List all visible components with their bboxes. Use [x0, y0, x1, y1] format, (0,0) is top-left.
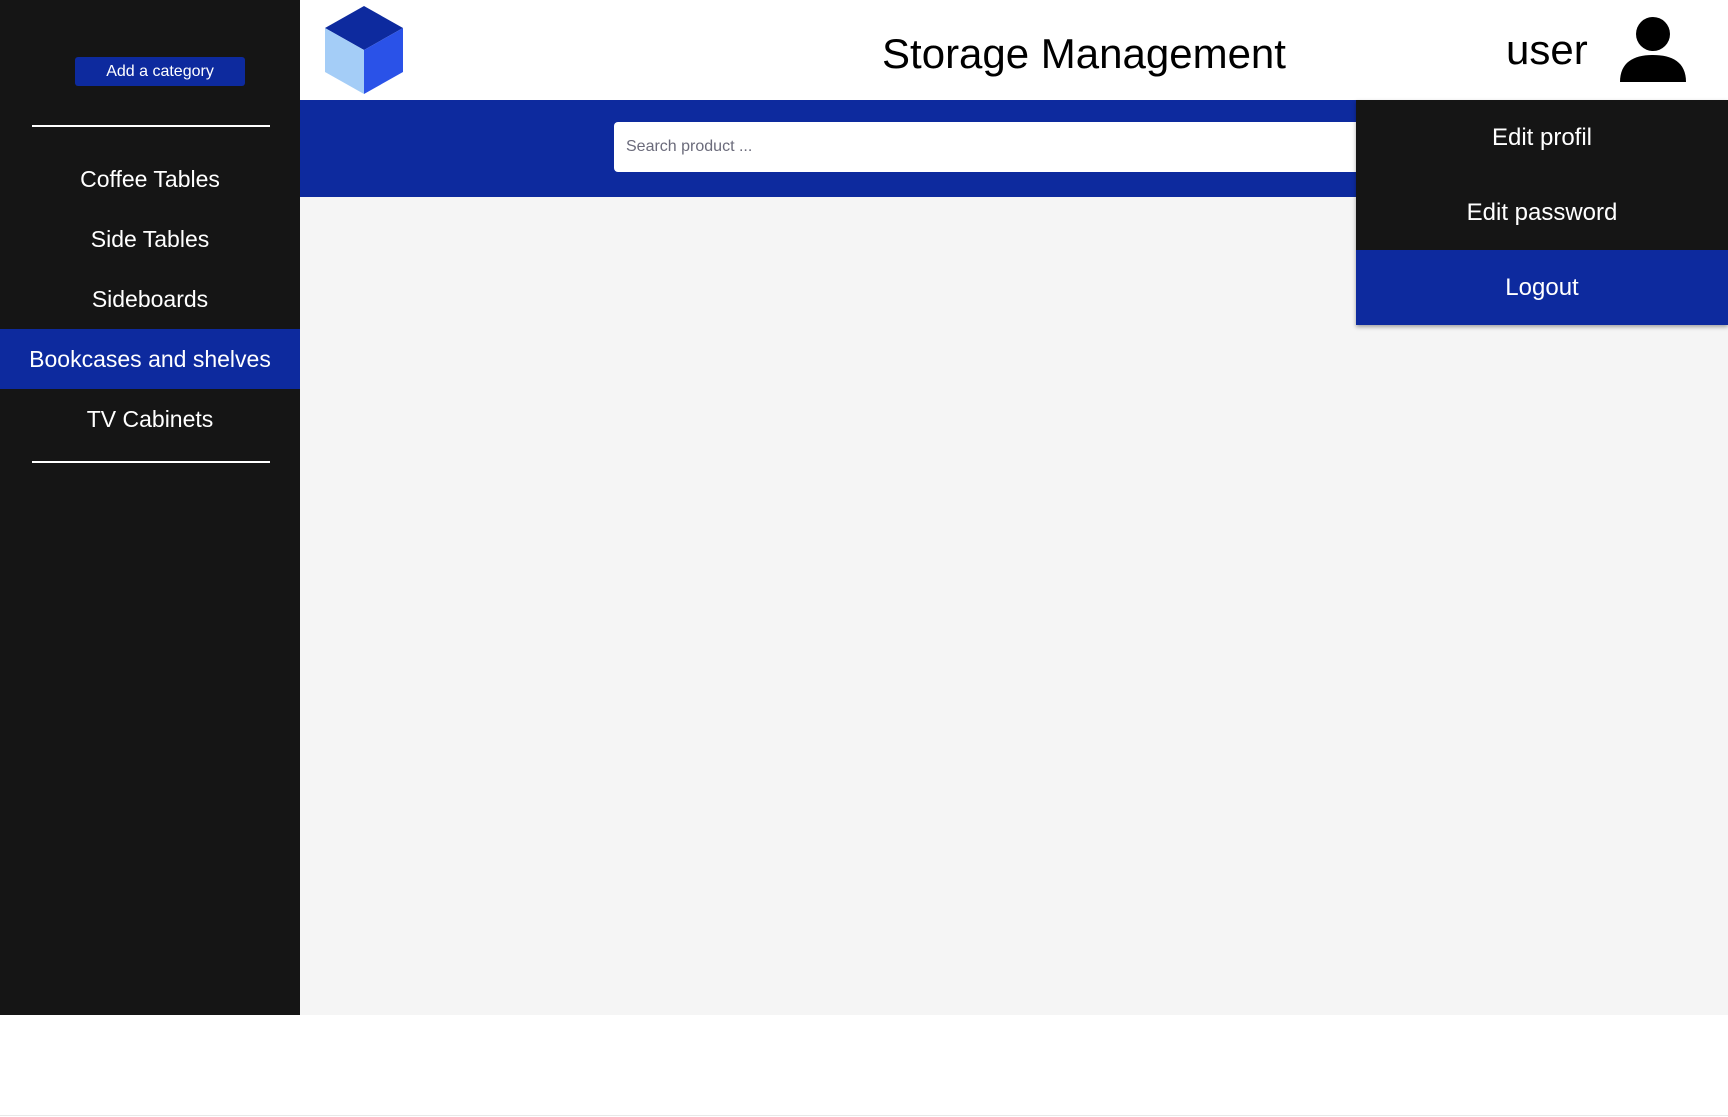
cube-icon[interactable]: [325, 6, 403, 94]
category-item-tv-cabinets[interactable]: TV Cabinets: [0, 389, 300, 449]
sidebar-divider-top: [32, 125, 270, 127]
user-menu-dropdown: Edit profil Edit password Logout: [1356, 100, 1728, 325]
category-list: Coffee Tables Side Tables Sideboards Boo…: [0, 149, 300, 449]
page-title: Storage Management: [882, 30, 1286, 77]
menu-item-edit-password[interactable]: Edit password: [1356, 175, 1728, 250]
sidebar-divider-bottom: [32, 461, 270, 463]
category-item-coffee-tables[interactable]: Coffee Tables: [0, 149, 300, 209]
user-avatar-icon[interactable]: [1618, 16, 1688, 84]
menu-item-logout[interactable]: Logout: [1356, 250, 1728, 325]
add-category-button[interactable]: Add a category: [75, 57, 245, 86]
category-item-bookcases-and-shelves[interactable]: Bookcases and shelves: [0, 329, 300, 389]
footer-divider: [0, 1115, 1728, 1116]
category-item-side-tables[interactable]: Side Tables: [0, 209, 300, 269]
category-item-sideboards[interactable]: Sideboards: [0, 269, 300, 329]
search-input[interactable]: [614, 122, 1374, 172]
app-header: Storage Management user: [300, 0, 1728, 100]
menu-item-edit-profile[interactable]: Edit profil: [1356, 100, 1728, 175]
sidebar: Add a category Coffee Tables Side Tables…: [0, 0, 300, 1015]
app-page: Add a category Coffee Tables Side Tables…: [0, 0, 1728, 1117]
user-name[interactable]: user: [1506, 20, 1588, 80]
